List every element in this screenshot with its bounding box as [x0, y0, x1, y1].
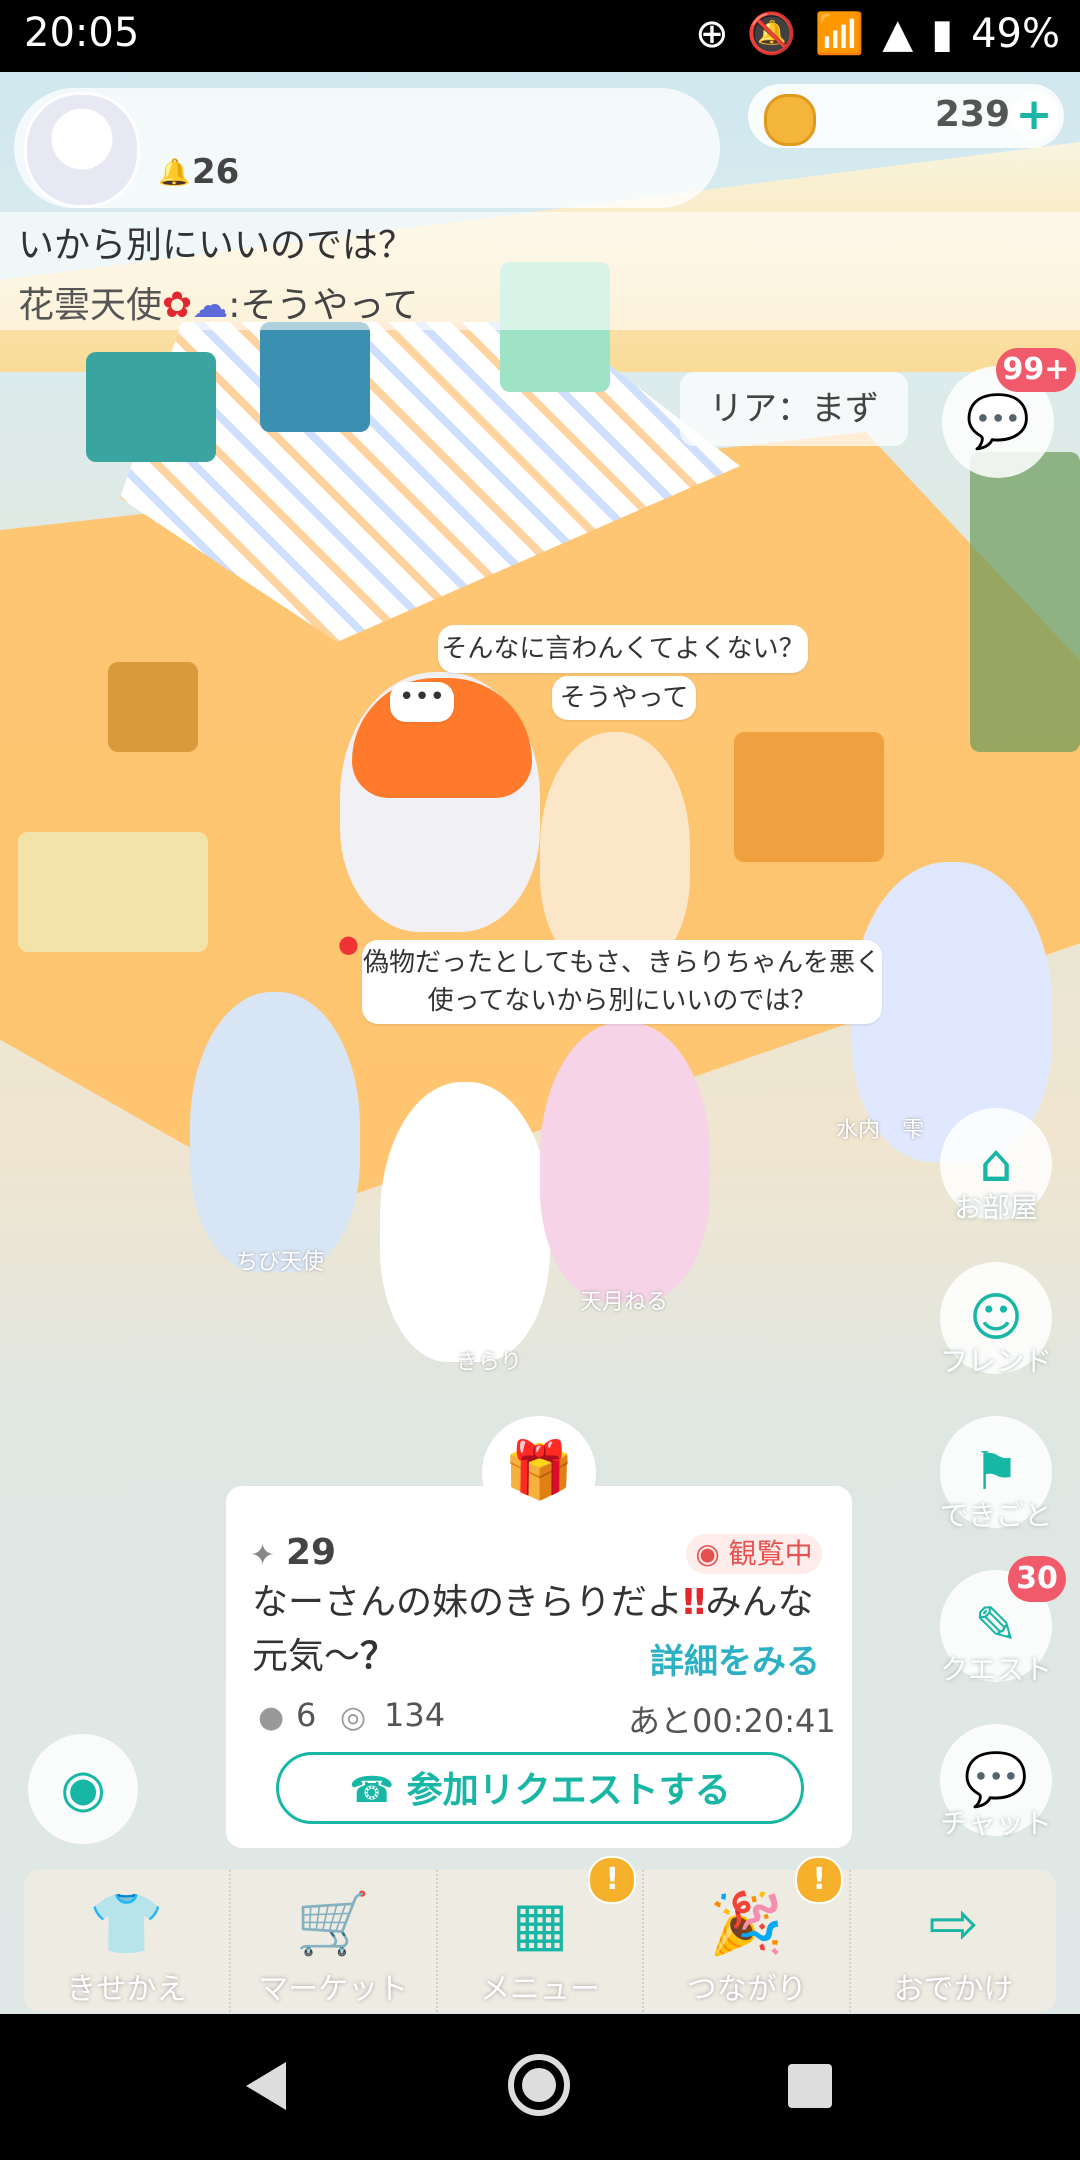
gift-icon: 🎁 — [504, 1438, 574, 1503]
character-blonde[interactable] — [540, 732, 690, 972]
speech-bubble: 偽物だったとしてもさ、きらりちゃんを悪く 使ってないから別にいいのでは？ — [362, 940, 882, 1024]
status-bar: 20:05 ⊕ 🔕 📶 ▲ ▮ 49% — [0, 0, 1080, 72]
notification-count: 26 — [192, 152, 240, 192]
nav-badge: ! — [588, 1856, 637, 1904]
speech-bubble: そうやって — [552, 676, 696, 720]
nav-menu[interactable]: ! ▦ メニュー — [438, 1856, 645, 2012]
add-circle-icon: ⊕ — [695, 10, 729, 57]
join-request-button[interactable]: ☎ 参加リクエストする — [276, 1752, 804, 1824]
bottom-nav: 👕 きせかえ 🛒 マーケット ! ▦ メニュー ! 🎉 つながり ⇨ おでかけ — [24, 1856, 1056, 2012]
signal-icon: ▲ — [882, 10, 914, 57]
nav-label: おでかけ — [893, 1972, 1014, 2007]
person-icon: ● — [258, 1700, 285, 1735]
toy-bus — [18, 832, 208, 952]
chat-badge: 99+ — [996, 348, 1076, 392]
nav-label: マーケット — [258, 1972, 409, 2007]
character-name-label: 天月ねる — [580, 1290, 669, 1315]
see-details-link[interactable]: 詳細をみる — [650, 1634, 820, 1683]
watching-status-badge: ◉ 観覧中 — [686, 1534, 822, 1574]
nav-label: つながり — [686, 1972, 807, 2007]
side-label: チャット — [940, 1807, 1052, 1840]
party-popper-icon: ✦ — [250, 1538, 276, 1573]
character-amatsuki[interactable] — [540, 1022, 710, 1302]
wooden-chair — [108, 662, 198, 752]
camera-icon: ◉ — [60, 1759, 106, 1819]
kitchen-counter — [86, 352, 216, 462]
side-label: クエスト — [939, 1653, 1052, 1686]
character-kirari[interactable] — [380, 1082, 550, 1362]
eye-icon: ◎ — [340, 1700, 367, 1735]
speech-bubble: そんなに言わんくてよくない？ — [438, 625, 808, 673]
typing-indicator: ••• — [390, 682, 454, 722]
nav-outing[interactable]: ⇨ おでかけ — [851, 1870, 1056, 2012]
home-icon — [522, 2068, 556, 2102]
character-name-label: ちび天使 — [236, 1250, 325, 1275]
strawberry-icon: ● — [338, 930, 359, 958]
chat-sender-name: 花雲天使 — [18, 285, 163, 326]
toy-shelf — [734, 732, 884, 862]
coin-value: 239 — [934, 94, 1010, 135]
participant-count: 6 — [296, 1696, 317, 1734]
flower-icon: ✿ — [162, 285, 193, 326]
battery-icon: ▮ — [931, 10, 954, 57]
speech-line: 偽物だったとしてもさ、きらりちゃんを悪く — [363, 948, 881, 978]
eye-icon: ◉ — [695, 1537, 729, 1570]
remaining-time: あと00:20:41 — [628, 1702, 836, 1740]
camera-button[interactable]: ◉ — [28, 1734, 138, 1844]
cart-icon: 🛒 — [295, 1889, 371, 1959]
gift-button[interactable]: 🎁 — [482, 1416, 596, 1530]
character-name-label: 水内 雫 — [836, 1118, 925, 1143]
chat-log-line: いから別にいいのでは？ — [18, 225, 415, 266]
dresser — [970, 452, 1080, 752]
nav-badge: ! — [795, 1856, 844, 1904]
status-time: 20:05 — [24, 10, 140, 56]
nav-market[interactable]: 🛒 マーケット — [231, 1870, 438, 2012]
side-label: お部屋 — [953, 1191, 1038, 1224]
character-name-label: きらり — [456, 1350, 523, 1375]
chat-separator: : — [228, 285, 241, 326]
nav-label: きせかえ — [66, 1972, 187, 2007]
avatar[interactable] — [24, 92, 140, 208]
chat-log-line: 花雲天使✿☁:そうやって — [18, 276, 419, 328]
cloud-icon: ☁ — [192, 285, 229, 326]
quest-badge: 30 — [1008, 1556, 1066, 1602]
add-coins-button[interactable]: + — [1010, 92, 1058, 140]
chat-message: そうやって — [240, 285, 419, 326]
battery-percent: 49% — [971, 10, 1060, 57]
shirt-icon: 👕 — [89, 1889, 164, 1959]
nav-connections[interactable]: ! 🎉 つながり — [644, 1856, 852, 2012]
join-icon: ☎ — [349, 1770, 407, 1811]
nav-dressup[interactable]: 👕 きせかえ — [24, 1870, 231, 2012]
stove — [260, 322, 370, 432]
bell-icon: 🔔 — [158, 158, 191, 188]
side-label: できごと — [939, 1499, 1052, 1532]
nav-label: メニュー — [479, 1972, 600, 2007]
floating-chat-message: リア：まず — [680, 372, 908, 446]
view-count: 134 — [384, 1696, 446, 1734]
side-label: フレンド — [939, 1345, 1052, 1378]
recent-apps-icon[interactable] — [788, 2064, 832, 2108]
coin-icon — [764, 94, 816, 146]
wifi-icon: 📶 — [814, 11, 865, 57]
bell-off-icon: 🔕 — [746, 11, 797, 57]
party-count: 29 — [286, 1532, 337, 1573]
speech-line: 使ってないから別にいいのでは？ — [427, 986, 817, 1016]
character-black-hoodie[interactable] — [190, 992, 360, 1272]
status-icons: ⊕ 🔕 📶 ▲ ▮ 49% — [695, 10, 1060, 58]
exit-icon: ⇨ — [928, 1889, 979, 1959]
back-icon[interactable] — [246, 2062, 286, 2110]
